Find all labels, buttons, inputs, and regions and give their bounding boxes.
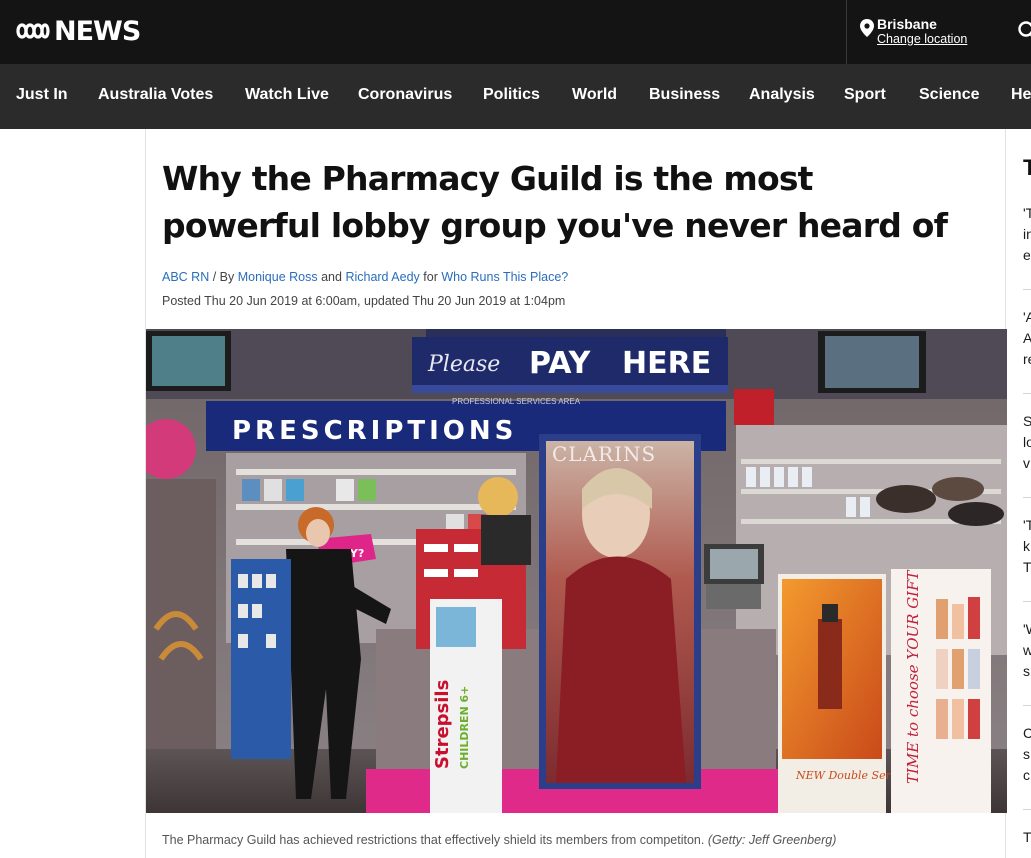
nav-item-analysis[interactable]: Analysis <box>749 86 815 104</box>
sidebar-divider <box>1023 497 1031 498</box>
author-link-monique-ross[interactable]: Monique Ross <box>238 270 318 284</box>
nav-item-science[interactable]: Science <box>919 86 979 104</box>
professional-sign-text: PROFESSIONAL SERVICES AREA <box>452 397 581 406</box>
pharmacy-photo: Please PAY HERE PRESCRIPTIONS PROFESSION… <box>146 329 1007 813</box>
program-link[interactable]: ABC RN <box>162 270 209 284</box>
sidebar-story-7[interactable]: T <box>1023 827 1031 848</box>
nav-item-coronavirus[interactable]: Coronavirus <box>358 86 452 104</box>
sidebar-top-stories: T 'T in e 'A A re S lo v 'T k T 'W w s C… <box>1007 129 1031 858</box>
sidebar-story-5[interactable]: 'W w s <box>1023 619 1031 682</box>
sidebar-heading: T <box>1023 155 1031 180</box>
gift-poster-text: TIME to choose YOUR GIFT <box>904 569 922 784</box>
sidebar-story-2[interactable]: 'A A re <box>1023 307 1031 370</box>
byline: ABC RN / By Monique Ross and Richard Aed… <box>162 270 568 284</box>
story-line: lo <box>1023 434 1031 450</box>
sidebar-story-3[interactable]: S lo v <box>1023 411 1031 474</box>
children-sign-text: CHILDREN 6+ <box>458 686 471 769</box>
strepsils-sign-text: Strepsils <box>432 680 453 769</box>
nav-item-sport[interactable]: Sport <box>844 86 886 104</box>
story-line: A <box>1023 330 1031 346</box>
story-line: c <box>1023 767 1030 783</box>
story-line: re <box>1023 351 1031 367</box>
article-headline: Why the Pharmacy Guild is the most power… <box>162 159 948 245</box>
story-line: k <box>1023 538 1030 554</box>
abc-news-logo[interactable]: NEWS <box>16 15 141 47</box>
article: Why the Pharmacy Guild is the most power… <box>145 129 1007 858</box>
clarins-poster-text: CLARINS <box>552 442 656 466</box>
story-line: s <box>1023 746 1030 762</box>
search-icon[interactable] <box>1017 20 1031 42</box>
sidebar-story-6[interactable]: C s c <box>1023 723 1031 786</box>
author-link-richard-aedy[interactable]: Richard Aedy <box>345 270 419 284</box>
story-line: e <box>1023 247 1031 263</box>
nav-item-just-in[interactable]: Just In <box>16 86 68 104</box>
sidebar-divider <box>1023 289 1031 290</box>
sidebar-story-4[interactable]: 'T k T <box>1023 515 1031 578</box>
story-line: s <box>1023 663 1030 679</box>
top-bar: NEWS Brisbane Change location <box>0 0 1031 64</box>
abc-logo-icon <box>16 23 50 39</box>
location-city: Brisbane <box>877 16 937 32</box>
here-sign-text: HERE <box>622 346 711 381</box>
show-link[interactable]: Who Runs This Place? <box>441 270 568 284</box>
story-line: v <box>1023 455 1030 471</box>
sidebar-divider <box>1023 705 1031 706</box>
story-line: 'T <box>1023 517 1031 533</box>
publish-dateline: Posted Thu 20 Jun 2019 at 6:00am, update… <box>162 294 566 308</box>
sidebar-divider <box>1023 601 1031 602</box>
logo-text: NEWS <box>54 15 141 47</box>
story-line: C <box>1023 725 1031 741</box>
please-sign-text: Please <box>427 352 500 377</box>
byline-separator: / By <box>209 270 238 284</box>
change-location-link[interactable]: Change location <box>877 32 967 46</box>
nav-item-australia-votes[interactable]: Australia Votes <box>98 86 213 104</box>
story-line: in <box>1023 226 1031 242</box>
image-credit: (Getty: Jeff Greenberg) <box>707 833 837 847</box>
sidebar-divider <box>1023 393 1031 394</box>
prescriptions-sign-text: PRESCRIPTIONS <box>232 416 517 446</box>
story-line: 'W <box>1023 621 1031 637</box>
nav-item-politics[interactable]: Politics <box>483 86 540 104</box>
pay-sign-text: PAY <box>529 346 592 381</box>
location-pin-icon <box>860 19 874 37</box>
nav-item-business[interactable]: Business <box>649 86 720 104</box>
caption-text: The Pharmacy Guild has achieved restrict… <box>162 833 705 847</box>
story-line: T <box>1023 559 1031 575</box>
image-caption: The Pharmacy Guild has achieved restrict… <box>162 833 836 847</box>
sidebar-divider <box>1023 809 1031 810</box>
main-navigation: Just In Australia Votes Watch Live Coron… <box>0 64 1031 129</box>
byline-for: for <box>419 270 442 284</box>
byline-and: and <box>317 270 346 284</box>
sidebar-story-1[interactable]: 'T in e <box>1023 203 1031 266</box>
location-divider <box>846 0 847 64</box>
story-line: S <box>1023 413 1031 429</box>
story-line: 'A <box>1023 309 1031 325</box>
hero-image: Please PAY HERE PRESCRIPTIONS PROFESSION… <box>146 329 1007 813</box>
nav-item-world[interactable]: World <box>572 86 617 104</box>
story-line: T <box>1023 829 1031 845</box>
nav-item-health[interactable]: He <box>1011 86 1031 104</box>
story-line: 'T <box>1023 205 1031 221</box>
story-line: w <box>1023 642 1031 658</box>
nav-item-watch-live[interactable]: Watch Live <box>245 86 329 104</box>
